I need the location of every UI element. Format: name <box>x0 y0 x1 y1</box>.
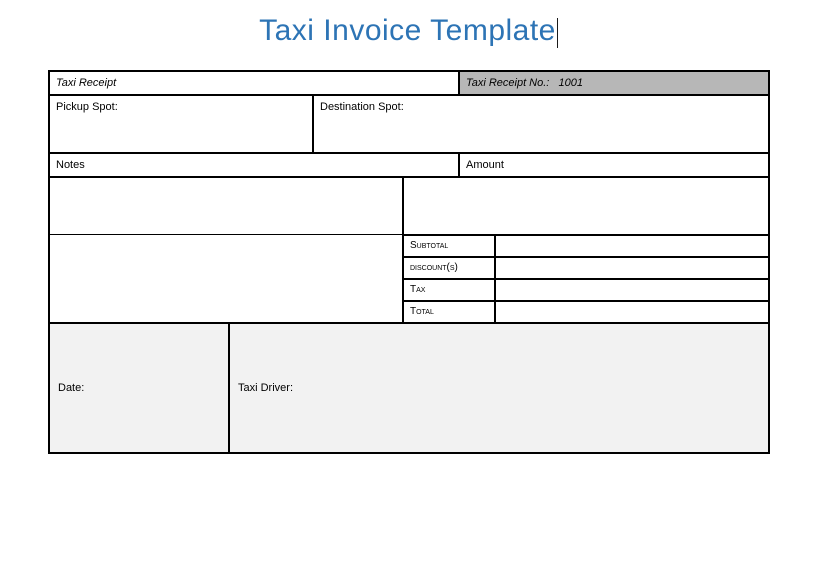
receipt-no-label: Taxi Receipt No.: <box>466 77 549 89</box>
header-row: Taxi Receipt Taxi Receipt No.: 1001 <box>49 71 769 95</box>
total-label: Total <box>410 306 434 317</box>
spacer-cell <box>49 301 403 323</box>
spacer-cell <box>49 279 403 301</box>
receipt-label: Taxi Receipt <box>56 77 116 89</box>
subtotal-row: Subtotal <box>49 235 769 257</box>
invoice-table: Taxi Receipt Taxi Receipt No.: 1001 Pick… <box>48 70 770 454</box>
tax-label: Tax <box>410 284 425 295</box>
subtotal-label-cell: Subtotal <box>403 235 495 257</box>
tax-label-cell: Tax <box>403 279 495 301</box>
tax-row: Tax <box>49 279 769 301</box>
driver-label: Taxi Driver: <box>238 382 293 394</box>
total-value-cell <box>495 301 769 323</box>
discount-value-cell <box>495 257 769 279</box>
amount-body-cell <box>403 177 769 235</box>
title-text: Taxi Invoice Template <box>259 14 556 47</box>
discount-row: discount(s) <box>49 257 769 279</box>
notes-header-row: Notes Amount <box>49 153 769 177</box>
receipt-label-cell: Taxi Receipt <box>49 71 459 95</box>
pickup-spot-label: Pickup Spot: <box>56 101 118 113</box>
total-row: Total <box>49 301 769 323</box>
amount-label: Amount <box>466 159 504 171</box>
date-label: Date: <box>58 382 84 394</box>
driver-cell: Taxi Driver: <box>229 323 769 453</box>
spacer-cell <box>49 257 403 279</box>
notes-body-row <box>49 177 769 235</box>
text-cursor-icon <box>557 18 558 48</box>
discount-label: discount(s) <box>410 262 458 273</box>
discount-label-cell: discount(s) <box>403 257 495 279</box>
notes-body-cell <box>49 177 403 235</box>
footer-row: Date: Taxi Driver: <box>49 323 769 453</box>
notes-label: Notes <box>56 159 85 171</box>
subtotal-label: Subtotal <box>410 240 448 251</box>
subtotal-value-cell <box>495 235 769 257</box>
receipt-no-value: 1001 <box>559 77 583 89</box>
amount-label-cell: Amount <box>459 153 769 177</box>
destination-spot-cell: Destination Spot: <box>313 95 769 153</box>
notes-label-cell: Notes <box>49 153 459 177</box>
date-cell: Date: <box>49 323 229 453</box>
spots-row: Pickup Spot: Destination Spot: <box>49 95 769 153</box>
destination-spot-label: Destination Spot: <box>320 101 404 113</box>
receipt-no-cell: Taxi Receipt No.: 1001 <box>459 71 769 95</box>
total-label-cell: Total <box>403 301 495 323</box>
page-title: Taxi Invoice Template <box>0 0 815 70</box>
tax-value-cell <box>495 279 769 301</box>
pickup-spot-cell: Pickup Spot: <box>49 95 313 153</box>
spacer-cell <box>49 235 403 257</box>
